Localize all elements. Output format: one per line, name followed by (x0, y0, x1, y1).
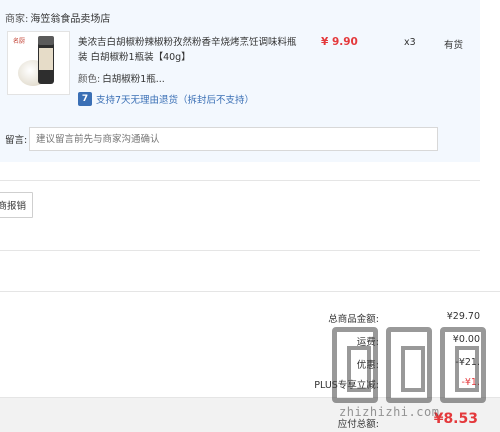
divider (0, 250, 480, 251)
store-label: 商家: (5, 14, 29, 25)
discount-label: 优惠: (356, 360, 379, 371)
payable-value: ¥8.53 (433, 411, 478, 427)
freight-label: 运费: (356, 337, 379, 348)
payable-bar: 应付总额: ¥8.53 (0, 397, 500, 432)
summary-total-row: 总商品金额: ¥29.70 (0, 311, 500, 327)
store-row: 商家: 海笠翁食品卖场店 (5, 10, 110, 25)
bottle-label (39, 48, 53, 70)
quantity: x3 (404, 37, 416, 48)
attr-label: 颜色: (78, 74, 101, 85)
store-name-link[interactable]: 海笠翁食品卖场店 (30, 14, 110, 25)
discount-value: -¥21. (455, 357, 480, 368)
return-policy: 7 支持7天无理由退货（拆封后不支持） (78, 92, 254, 106)
stock-status: 有货 (444, 40, 464, 51)
brand-logo: 名厨 (13, 38, 26, 45)
bottle-cap (38, 36, 54, 45)
remark-label: 留言: (5, 135, 28, 146)
return-policy-text: 支持7天无理由退货（拆封后不支持） (96, 95, 255, 106)
freight-value: ¥0.00 (452, 334, 480, 345)
order-item-panel: 商家: 海笠翁食品卖场店 名厨 美浓吉白胡椒粉辣椒粉孜然粉香辛烧烤烹饪调味料瓶装 … (0, 0, 480, 162)
unit-price: ¥ 9.90 (321, 36, 358, 48)
product-attribute: 颜色: 白胡椒粉1瓶... (78, 71, 165, 85)
total-label: 总商品金额: (328, 314, 379, 325)
summary-discount-row: 优惠: -¥21. (0, 357, 500, 373)
total-value: ¥29.70 (446, 311, 480, 322)
product-title-link[interactable]: 美浓吉白胡椒粉辣椒粉孜然粉香辛烧烤烹饪调味料瓶装 白胡椒粉1瓶装【40g】 (78, 35, 298, 65)
remark-input[interactable] (29, 127, 438, 151)
summary-freight-row: 运费: ¥0.00 (0, 334, 500, 350)
divider (0, 180, 480, 181)
seven-day-return-icon: 7 (78, 92, 92, 106)
divider (0, 291, 500, 292)
payable-label: 应付总额: (337, 419, 379, 430)
report-button[interactable]: 商报销 (0, 192, 33, 218)
summary-plus-row: PLUS专享立减: -¥1. (0, 377, 500, 393)
attr-value: 白胡椒粉1瓶... (102, 74, 165, 85)
plus-discount-value: -¥1. (461, 377, 480, 388)
plus-discount-label: PLUS专享立减: (314, 380, 379, 391)
product-thumbnail[interactable]: 名厨 (7, 31, 70, 95)
